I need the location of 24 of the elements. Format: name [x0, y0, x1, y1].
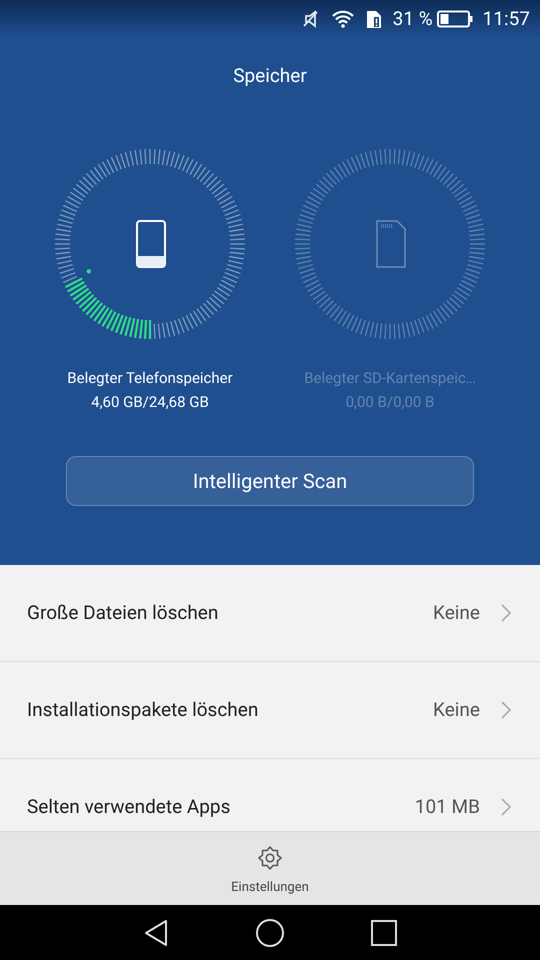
item-value: 101 MB — [414, 794, 480, 820]
settings-icon — [256, 844, 284, 872]
page-title: Speicher — [233, 63, 307, 89]
back-icon[interactable] — [143, 918, 169, 946]
battery-icon — [436, 10, 473, 28]
gauge-value: 4,60 GB/24,68 GB — [91, 392, 209, 413]
gauge-label: Belegter SD-Kartenspeic… — [304, 368, 476, 388]
recents-icon[interactable] — [371, 920, 397, 946]
chevron-icon — [500, 603, 512, 623]
wifi-icon — [330, 9, 355, 29]
item-value: Keine — [433, 600, 480, 626]
chevron-icon — [500, 700, 512, 720]
sim-icon — [364, 9, 383, 29]
settings-tab[interactable]: Einstellungen — [231, 832, 309, 905]
battery-percent: 31 % — [392, 6, 433, 32]
clock: 11:57 — [482, 6, 530, 32]
sd-card-icon — [377, 220, 405, 266]
phone-icon — [137, 220, 165, 266]
smart-scan-button[interactable]: Intelligenter Scan — [66, 456, 474, 506]
home-icon[interactable] — [255, 918, 285, 948]
gauge-label: Belegter Telefonspeicher — [67, 368, 233, 388]
gauge-value: 0,00 B/0,00 B — [346, 392, 434, 413]
item-value: Keine — [433, 696, 480, 723]
chevron-icon — [500, 797, 512, 817]
